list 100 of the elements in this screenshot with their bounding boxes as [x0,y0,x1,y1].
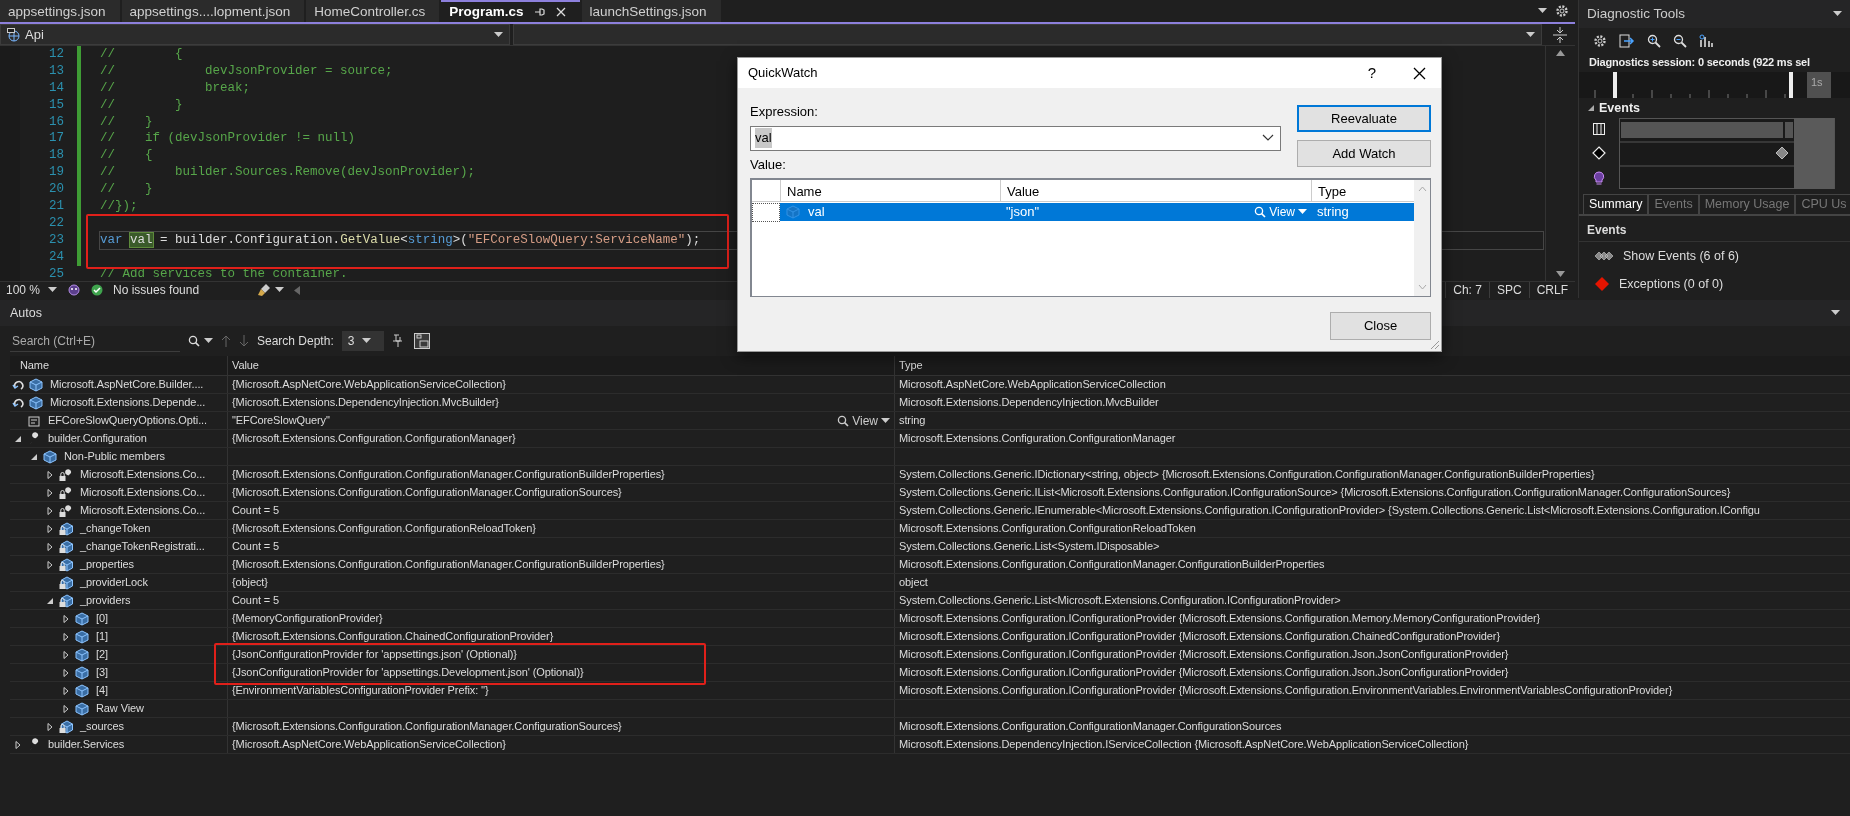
code-line: // break; [100,79,251,97]
line-ending[interactable]: CRLF [1528,282,1575,298]
zoom-dropdown[interactable]: 100 % [6,281,58,299]
scroll-left-icon[interactable] [294,285,301,295]
panel-tab[interactable]: Memory Usage [1698,194,1796,214]
locked-cube-icon [59,593,73,608]
cleanup-dropdown[interactable] [257,283,285,297]
member-name: [4] [96,683,108,699]
caret-icon [1831,310,1840,316]
scroll-down-icon[interactable] [1556,271,1565,277]
summary-link[interactable]: Exceptions (0 of 0) [1579,270,1850,298]
row-header[interactable] [752,203,780,222]
member-name: Microsoft.AspNetCore.Builder.... [50,377,204,393]
split-icon[interactable] [1553,26,1567,43]
cube-icon [43,449,57,464]
value-text: Count = 5 [232,539,280,555]
line-number: 24 [48,248,64,266]
field-label: Expression: [750,103,819,121]
lightbulb-icon [1593,170,1605,185]
document-tab[interactable]: appsettings.json [0,0,120,22]
code-line: // } [100,113,153,131]
line-number: 23 [48,231,64,249]
expanded-arrow-icon[interactable] [1587,104,1595,112]
member-name: [3] [96,665,108,681]
code-line: // { [100,147,153,165]
type-text: string [1317,204,1349,220]
expression-field[interactable]: val [750,125,1281,151]
magnifier-icon[interactable] [1254,206,1267,218]
export-icon[interactable] [1619,34,1635,48]
scroll-up-icon[interactable] [1556,50,1565,56]
dialog-button[interactable]: Close [1330,312,1431,340]
events-icon [1595,251,1613,261]
magnifier-icon[interactable] [837,414,850,427]
value-text: {object} [232,575,268,591]
member-name: _sources [80,719,124,735]
column-header[interactable]: Value [232,357,259,374]
up-arrow-icon[interactable] [221,335,231,347]
indent-mode[interactable]: SPC [1488,282,1529,298]
view-button[interactable]: View [1250,203,1311,221]
document-tab[interactable]: Program.cs [441,0,580,22]
value-text: {Microsoft.Extensions.Configuration.ConfigurationManager.ConfigurationBuilderProperties} [232,467,665,483]
cube-icon [29,377,43,392]
help-button[interactable]: ? [1357,61,1387,85]
document-tab[interactable]: HomeController.cs [306,0,440,22]
column-header[interactable]: Name [780,180,1000,201]
caret-icon [881,417,890,424]
panel-tab[interactable]: Events [1648,194,1699,214]
type-text: System.Collections.Generic.IDictionary<string, object> {Microsoft.Extensions.Configuration.ConfigurationManager.ConfigurationBuilderProperties} [899,467,1595,483]
chevron-icon[interactable] [1262,134,1274,142]
view-button[interactable]: View [833,411,894,430]
code-line: // devJsonProvider = source; [100,62,393,80]
member-name: [2] [96,647,108,663]
value-text: {MemoryConfigurationProvider} [232,611,383,627]
settings-icon[interactable] [1555,4,1569,18]
code-line: // builder.Sources.Remove(devJsonProvider); [100,164,476,182]
text-view-icon[interactable] [413,333,430,349]
close-icon[interactable] [1412,66,1426,80]
column-header[interactable]: Type [899,357,923,374]
dialog-title: QuickWatch [748,64,818,83]
type-text: System.Collections.Generic.List<Microsoft.Extensions.Configuration.IConfigurationProvider> [899,593,1341,609]
type-text: string [899,413,926,429]
pin-icon[interactable] [533,6,546,18]
zoom-in-icon[interactable] [1647,34,1661,48]
panel-tab[interactable]: Summary [1583,194,1649,214]
assistant-icon[interactable] [67,283,82,297]
resize-grip-icon[interactable] [1430,340,1440,350]
depth-dropdown[interactable]: 3 [341,331,384,351]
value-text: Count = 5 [232,593,280,609]
document-tab[interactable]: appsettings....lopment.json [121,0,305,22]
cube-icon [29,395,43,410]
zoom-out-icon[interactable] [1673,34,1687,48]
column-header[interactable]: Value [1000,180,1311,201]
summary-link[interactable]: Show Events (6 of 6) [1579,242,1850,270]
check-circle-icon [91,284,104,296]
dialog-button[interactable]: Reevaluate [1297,105,1431,132]
cube-icon [75,701,89,716]
panel-title: Diagnostic Tools [1587,4,1686,23]
chart-icon[interactable] [1699,34,1713,48]
member-name: Raw View [96,701,144,717]
column-header[interactable]: Name [20,357,49,374]
watch-row[interactable]: val "json" View string [780,203,1414,221]
document-tab[interactable]: launchSettings.json [581,0,721,22]
type-text: Microsoft.AspNetCore.WebApplicationServiceCollection [899,377,1166,393]
down-arrow-icon[interactable] [239,335,249,347]
line-number: 17 [48,130,64,148]
cube-icon [75,629,89,644]
panel-tab[interactable]: CPU Us [1795,194,1850,214]
search-icon[interactable] [188,335,200,347]
settings-icon[interactable] [1593,34,1607,48]
dialog-button[interactable]: Add Watch [1297,140,1431,167]
project-dropdown[interactable]: Api [0,24,510,45]
issues-text: No issues found [113,282,200,299]
value-text: {Microsoft.AspNetCore.WebApplicationServiceCollection} [232,377,506,393]
type-text: Microsoft.Extensions.DependencyInjection.MvcBuilder [899,395,1159,411]
code-line: // { [100,46,183,63]
depth-label: Search Depth: [257,333,334,350]
section-heading: Events [1579,216,1850,242]
line-number: 15 [48,96,64,114]
search-button[interactable] [188,335,213,347]
time-label: 1s [1807,72,1831,98]
